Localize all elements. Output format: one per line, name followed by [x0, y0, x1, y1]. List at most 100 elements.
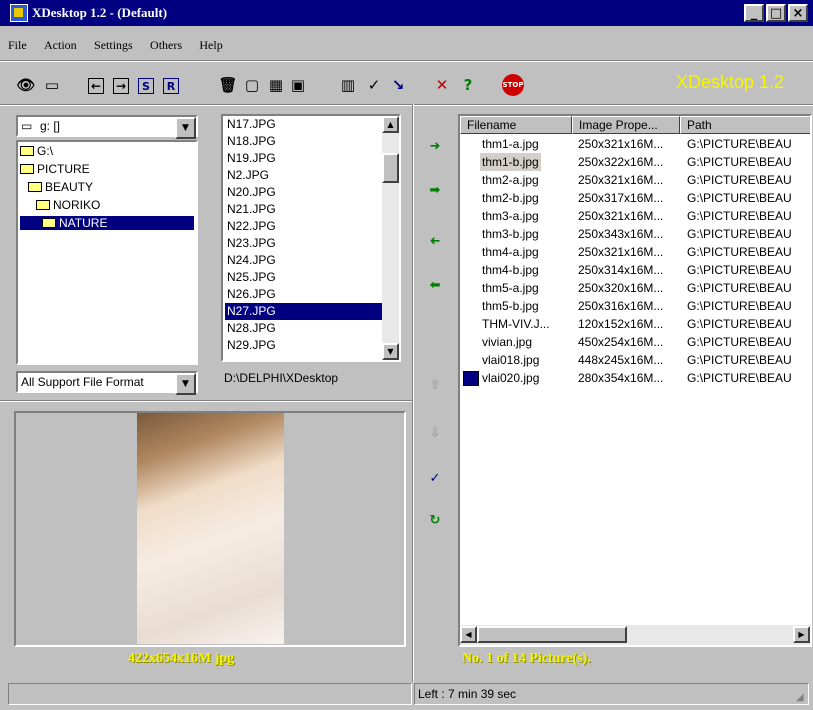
table-hscrollbar[interactable]: ◀ ▶ [460, 625, 810, 645]
table-row[interactable]: thm2-a.jpg 250x321x16M... G:\PICTURE\BEAU [460, 171, 810, 189]
column-header-image-properties[interactable]: Image Prope... [572, 116, 680, 134]
table-row[interactable]: thm3-b.jpg 250x343x16M... G:\PICTURE\BEAU [460, 225, 810, 243]
file-list: N17.JPG N18.JPG N19.JPG N2.JPG N20.JPG N… [221, 114, 401, 362]
table-row[interactable]: thm5-a.jpg 250x320x16M... G:\PICTURE\BEAU [460, 279, 810, 297]
monitor-icon[interactable]: ▣ [288, 74, 308, 96]
drive-select-value: g: [] [40, 119, 61, 133]
table-row[interactable]: thm3-a.jpg 250x321x16M... G:\PICTURE\BEAU [460, 207, 810, 225]
folder-icon [20, 164, 34, 174]
menu-settings[interactable]: Settings [94, 38, 133, 52]
maximize-button[interactable]: □ [766, 4, 786, 22]
scroll-thumb[interactable] [382, 153, 399, 183]
folder-icon [36, 200, 50, 210]
list-item[interactable]: N21.JPG [225, 201, 382, 218]
folder-icon [20, 146, 34, 156]
scroll-thumb[interactable] [477, 626, 627, 643]
table-caption: No. 1 of 14 Picture(s). [462, 651, 591, 666]
move-up-icon[interactable]: ⇧ [425, 375, 445, 395]
list-item[interactable]: N23.JPG [225, 235, 382, 252]
next-icon[interactable]: → [113, 78, 129, 94]
add-all-icon[interactable]: ➡ [425, 180, 445, 200]
tree-node[interactable]: NORIKO [36, 198, 100, 212]
preview-caption: 422x654x16M jpg [128, 651, 235, 666]
move-down-icon[interactable]: ⇩ [425, 423, 445, 443]
sort-icon[interactable]: ↘ [388, 74, 408, 96]
menu-action[interactable]: Action [44, 38, 77, 52]
list-item[interactable]: N28.JPG [225, 320, 382, 337]
folder-tree: G:\ PICTURE BEAUTY NORIKO NATURE [16, 140, 198, 365]
list-item[interactable]: N20.JPG [225, 184, 382, 201]
tools-icon[interactable]: ✓ [364, 74, 384, 96]
delete-icon[interactable]: 🗑 [218, 74, 238, 96]
tile-icon[interactable]: ▦ [266, 74, 286, 96]
list-item[interactable]: N2.JPG [225, 167, 382, 184]
list-item[interactable]: N25.JPG [225, 269, 382, 286]
add-icon[interactable]: ➜ [425, 136, 445, 156]
close-button[interactable]: × [788, 4, 808, 22]
table-row[interactable]: thm1-a.jpg 250x321x16M... G:\PICTURE\BEAU [460, 135, 810, 153]
check-file-icon[interactable]: ✓ [425, 468, 445, 488]
list-item[interactable]: N22.JPG [225, 218, 382, 235]
s-icon[interactable]: S [138, 78, 154, 94]
table-row[interactable]: thm1-b.jpg 250x322x16M... G:\PICTURE\BEAU [460, 153, 810, 171]
open-folder-icon [42, 218, 56, 228]
tree-node[interactable]: PICTURE [20, 162, 90, 176]
tree-node-selected[interactable]: NATURE [20, 216, 194, 230]
chevron-down-icon[interactable]: ▼ [175, 117, 196, 139]
undo-icon[interactable]: ↻ [425, 510, 445, 530]
status-time-left: Left : 7 min 39 sec [414, 683, 809, 705]
table-row[interactable]: thm5-b.jpg 250x316x16M... G:\PICTURE\BEAU [460, 297, 810, 315]
table-row[interactable]: thm4-b.jpg 250x314x16M... G:\PICTURE\BEAU [460, 261, 810, 279]
stop-icon[interactable]: STOP [502, 74, 524, 96]
column-header-filename[interactable]: Filename [460, 116, 572, 134]
toolbar-divider [0, 104, 813, 106]
menu-help[interactable]: Help [199, 38, 222, 52]
table-row[interactable]: thm2-b.jpg 250x317x16M... G:\PICTURE\BEAU [460, 189, 810, 207]
scroll-down-icon[interactable]: ▼ [382, 343, 399, 360]
minimize-button[interactable]: _ [744, 4, 764, 22]
file-list-scrollbar[interactable]: ▲ ▼ [382, 116, 399, 360]
scroll-right-icon[interactable]: ▶ [793, 626, 810, 643]
scroll-up-icon[interactable]: ▲ [382, 116, 399, 133]
list-item-selected[interactable]: N27.JPG [225, 303, 382, 320]
tree-node[interactable]: G:\ [20, 144, 53, 158]
file-filter-select[interactable]: All Support File Format ▼ [16, 371, 198, 395]
list-item[interactable]: N19.JPG [225, 150, 382, 167]
prev-icon[interactable]: ← [88, 78, 104, 94]
chevron-down-icon[interactable]: ▼ [175, 373, 196, 395]
menu-file[interactable]: File [8, 38, 27, 52]
r-icon[interactable]: R [163, 78, 179, 94]
brand-label: XDesktop 1.2 [676, 72, 785, 92]
file-filter-value: All Support File Format [21, 375, 144, 389]
drive-select[interactable]: ▭ g: [] ▼ [16, 115, 198, 139]
table-row[interactable]: vivian.jpg 450x254x16M... G:\PICTURE\BEAU [460, 333, 810, 351]
pictures-table: Filename Image Prope... Path thm1-a.jpg 2… [458, 114, 812, 647]
current-path: D:\DELPHI\XDesktop [224, 371, 339, 385]
table-row[interactable]: vlai018.jpg 448x245x16M... G:\PICTURE\BEAU [460, 351, 810, 369]
resize-grip-icon[interactable]: ◢ [796, 692, 804, 703]
table-row[interactable]: thm4-a.jpg 250x321x16M... G:\PICTURE\BEAU [460, 243, 810, 261]
list-item[interactable]: N18.JPG [225, 133, 382, 150]
scroll-left-icon[interactable]: ◀ [460, 626, 477, 643]
vertical-divider [412, 104, 414, 682]
monitor-icon [463, 371, 479, 386]
list-item[interactable]: N24.JPG [225, 252, 382, 269]
list-item[interactable]: N29.JPG [225, 337, 382, 354]
tree-node[interactable]: BEAUTY [28, 180, 93, 194]
slideshow-icon[interactable]: ▭ [42, 74, 62, 96]
app-icon[interactable] [10, 4, 28, 22]
close-x-icon[interactable]: ✕ [432, 74, 452, 96]
help-icon[interactable]: ? [458, 74, 478, 96]
remove-icon[interactable]: ➜ [425, 231, 445, 251]
table-row[interactable]: vlai020.jpg 280x354x16M... G:\PICTURE\BEAU [460, 369, 810, 387]
books-icon[interactable]: ▥ [338, 74, 358, 96]
list-item[interactable]: N17.JPG [225, 116, 382, 133]
menu-others[interactable]: Others [150, 38, 182, 52]
remove-all-icon[interactable]: ➡ [425, 275, 445, 295]
window-icon[interactable]: ▢ [242, 74, 262, 96]
folder-icon [28, 182, 42, 192]
list-item[interactable]: N26.JPG [225, 286, 382, 303]
view-icon[interactable]: 👁 [16, 74, 36, 96]
column-header-path[interactable]: Path [680, 116, 810, 134]
table-row[interactable]: THM-VIV.J... 120x152x16M... G:\PICTURE\BEA… [460, 315, 810, 333]
